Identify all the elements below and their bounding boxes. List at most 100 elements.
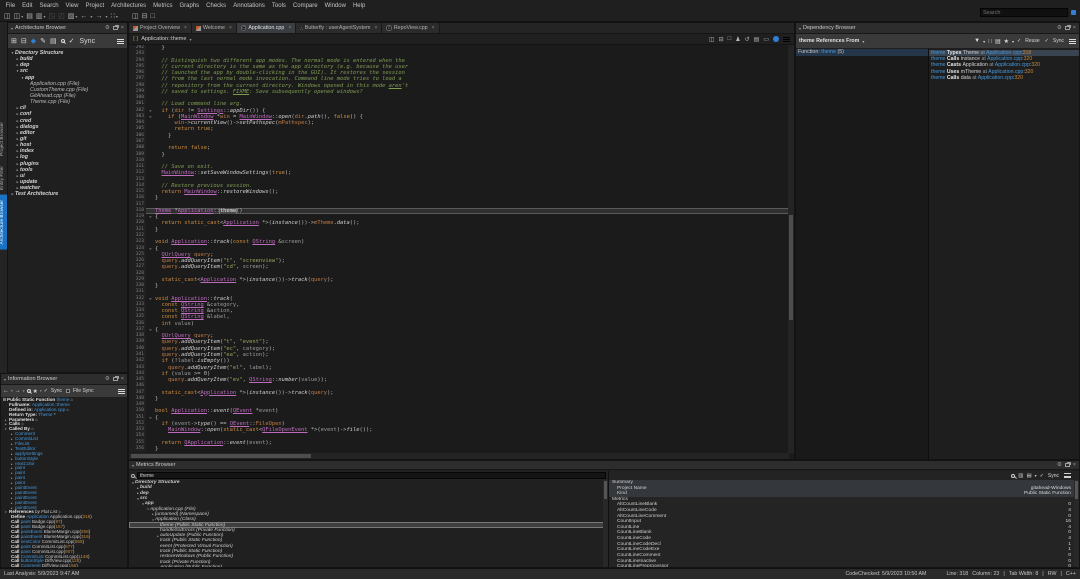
entity-link[interactable]: theme bbox=[931, 56, 945, 62]
close-tab-icon[interactable]: × bbox=[229, 25, 232, 31]
sync-indicator-icon[interactable] bbox=[773, 36, 779, 42]
export-icon[interactable]: ▤ bbox=[1026, 473, 1031, 479]
search-icon[interactable] bbox=[1011, 473, 1016, 478]
close-tab-icon[interactable]: × bbox=[432, 25, 435, 31]
architecture-tree-item[interactable]: ▸ Test Architecture bbox=[8, 191, 127, 197]
edit-architecture-icon[interactable]: ✎ bbox=[40, 37, 46, 45]
menu-help[interactable]: Help bbox=[349, 3, 368, 9]
panel-menu-icon[interactable] bbox=[118, 388, 125, 394]
dock-options-icon[interactable]: ⚙ bbox=[105, 25, 110, 31]
references-mode-dropdown[interactable]: theme References From bbox=[799, 38, 859, 44]
panel-menu-icon[interactable] bbox=[1064, 473, 1071, 478]
history-icon[interactable]: ↺ bbox=[745, 36, 750, 43]
back-icon[interactable]: ← bbox=[80, 13, 87, 20]
forward-icon[interactable]: → bbox=[95, 13, 102, 20]
favorites-icon[interactable]: ★ bbox=[1004, 38, 1009, 45]
close-icon[interactable]: × bbox=[1073, 462, 1076, 468]
summary-scrollbar[interactable] bbox=[1074, 480, 1079, 567]
scrollbar-thumb[interactable] bbox=[131, 454, 311, 458]
file-link[interactable]: Application.cpp bbox=[987, 56, 1022, 62]
sync-checkbox[interactable]: ✓ bbox=[1040, 473, 1044, 479]
copy-icon[interactable]: ▤ bbox=[50, 37, 57, 45]
editor-tab-welcome[interactable]: Welcome × bbox=[191, 23, 237, 33]
dock-options-icon[interactable]: ⚙ bbox=[1057, 462, 1062, 468]
close-tab-icon[interactable]: × bbox=[184, 25, 187, 31]
editor-tab-butterfly-useragentsystem[interactable]: ∴ Butterfly : userAgentSystem × bbox=[296, 23, 383, 33]
open-file-icon[interactable]: ▥ bbox=[36, 13, 43, 20]
forward-dropdown-icon[interactable]: ▾ bbox=[23, 389, 25, 393]
recent-projects-icon[interactable]: ◫ bbox=[14, 13, 21, 20]
reuse-checkbox[interactable]: ✓ bbox=[1017, 38, 1021, 44]
search-options-icon[interactable] bbox=[1071, 10, 1076, 15]
tree-scrollbar[interactable] bbox=[603, 480, 608, 567]
info-row[interactable]: Call Comment DiffView.cpp(156) bbox=[1, 563, 127, 567]
dock-options-icon[interactable]: ⚙ bbox=[105, 376, 110, 382]
sync-checkbox[interactable]: ✓ bbox=[44, 388, 48, 394]
architecture-icon[interactable]: ◆ bbox=[31, 37, 36, 45]
split-horizontal-icon[interactable]: ⊟ bbox=[719, 36, 724, 43]
editor-tab-project-overview[interactable]: Project Overview × bbox=[129, 23, 192, 33]
document-icon[interactable]: ▤ bbox=[754, 36, 760, 43]
recent-projects-icon-dropdown[interactable]: ▾ bbox=[21, 14, 23, 19]
open-project-icon[interactable]: ◫ bbox=[4, 13, 11, 20]
entity-link[interactable]: theme bbox=[931, 69, 945, 75]
editor-horizontal-scrollbar[interactable] bbox=[129, 453, 789, 459]
open-file-icon-dropdown[interactable]: ▾ bbox=[44, 14, 46, 19]
search-icon[interactable] bbox=[60, 39, 65, 43]
summary-metric-row[interactable]: CountLinePreprocessor 0 bbox=[609, 564, 1079, 567]
detail-toggle-icon[interactable]: ⊙ bbox=[70, 398, 73, 402]
graph-views-icon-dropdown[interactable]: ▾ bbox=[116, 14, 118, 19]
editor-tab-repoview-cpp[interactable]: C RepoView.cpp × bbox=[382, 23, 440, 33]
graph-views-icon[interactable]: ∷ bbox=[110, 13, 114, 20]
dock-options-icon[interactable]: ⚙ bbox=[1057, 25, 1062, 31]
export-dropdown-icon[interactable]: ▾ bbox=[1035, 473, 1037, 478]
save-all-icon[interactable]: ◰ bbox=[58, 13, 65, 20]
menu-tools[interactable]: Tools bbox=[268, 3, 289, 9]
menu-annotations[interactable]: Annotations bbox=[230, 3, 269, 9]
file-link[interactable]: Application.cpp bbox=[995, 62, 1030, 68]
metrics-tree-item[interactable]: Application (Public Function) bbox=[129, 565, 608, 567]
scope-item[interactable]: Function: theme (5) bbox=[796, 49, 928, 56]
back-history-icon[interactable]: ▾ bbox=[90, 13, 92, 20]
detail-toggle-icon[interactable]: ⊙ bbox=[66, 408, 69, 412]
comment-icon[interactable]: ▭ bbox=[763, 36, 769, 43]
filter-icon[interactable]: ▼ bbox=[974, 38, 980, 44]
close-icon[interactable]: × bbox=[1073, 25, 1076, 31]
entity-link[interactable]: theme bbox=[931, 50, 945, 56]
favorites-dropdown-icon[interactable]: ▾ bbox=[1012, 39, 1014, 44]
close-icon[interactable]: × bbox=[121, 25, 124, 31]
menu-project[interactable]: Project bbox=[82, 3, 108, 9]
panel-menu-icon[interactable] bbox=[1069, 38, 1076, 44]
chevron-down-icon[interactable]: ▾ bbox=[862, 39, 864, 44]
search-icon[interactable] bbox=[26, 389, 31, 393]
forward-icon[interactable]: → bbox=[15, 388, 21, 394]
entity-link[interactable]: theme bbox=[931, 62, 945, 68]
file-sync-checkbox[interactable] bbox=[66, 389, 71, 393]
sync-checkbox[interactable]: ✓ bbox=[1045, 38, 1049, 44]
split-columns-icon[interactable]: ◫ bbox=[132, 13, 139, 20]
file-link[interactable]: Application.cpp bbox=[978, 75, 1013, 81]
side-tab-entity-filter[interactable]: Entity Filter bbox=[0, 161, 7, 195]
compare-icon-dropdown[interactable]: ▾ bbox=[75, 14, 77, 19]
breadcrumb[interactable]: Application::theme bbox=[141, 36, 186, 42]
close-tab-icon[interactable]: × bbox=[374, 25, 377, 31]
menu-architectures[interactable]: Architectures bbox=[108, 3, 150, 9]
annotate-author-icon[interactable]: ♟ bbox=[735, 36, 740, 43]
chevron-down-icon[interactable]: ▾ bbox=[11, 26, 13, 31]
single-view-icon[interactable]: □ bbox=[150, 13, 154, 20]
chevron-down-icon[interactable]: ▾ bbox=[799, 26, 801, 31]
chevron-down-icon[interactable]: ▾ bbox=[189, 37, 191, 42]
remove-architecture-icon[interactable]: ⊟ bbox=[21, 37, 27, 45]
entity-link[interactable]: Comment bbox=[21, 563, 41, 567]
chevron-down-icon[interactable]: ▾ bbox=[4, 377, 6, 382]
side-tab-project-browser[interactable]: Project Browser bbox=[0, 117, 7, 161]
report-icon[interactable]: ▤ bbox=[995, 38, 1001, 45]
split-rows-icon[interactable]: ⊟ bbox=[142, 13, 148, 20]
code-line[interactable]: 356} bbox=[129, 446, 789, 453]
float-panel-icon[interactable] bbox=[1064, 26, 1070, 30]
float-panel-icon[interactable] bbox=[1064, 463, 1070, 467]
menu-file[interactable]: File bbox=[2, 3, 19, 9]
file-link[interactable]: Application.cpp bbox=[986, 50, 1021, 56]
editor-menu-icon[interactable] bbox=[783, 36, 790, 42]
favorites-icon[interactable]: ★ bbox=[33, 388, 38, 395]
